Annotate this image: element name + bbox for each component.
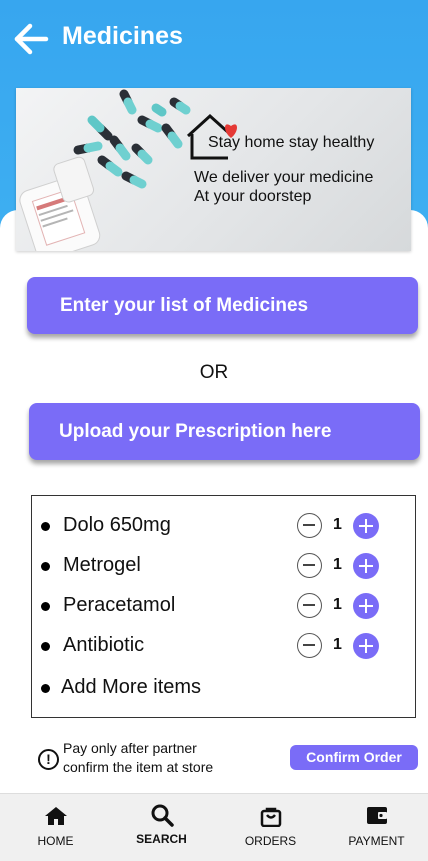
- increase-quantity-button[interactable]: [353, 593, 379, 619]
- list-item: Antibiotic 1: [32, 630, 415, 662]
- payment-note-line-2: confirm the item at store: [63, 759, 214, 775]
- medicine-name: Dolo 650mg: [63, 514, 171, 536]
- bullet-icon: [41, 602, 50, 611]
- payment-note-line-1: Pay only after partner: [63, 740, 197, 756]
- bullet-icon: [41, 562, 50, 571]
- nav-orders-label: ORDERS: [244, 834, 297, 848]
- nav-home[interactable]: HOME: [2, 794, 109, 861]
- list-item: Peracetamol 1: [32, 590, 415, 622]
- payment-note: Pay only after partner confirm the item …: [63, 739, 213, 777]
- wallet-icon: [366, 807, 387, 824]
- confirm-order-button[interactable]: Confirm Order: [290, 745, 418, 770]
- page-title: Medicines: [62, 22, 183, 50]
- increase-quantity-button[interactable]: [353, 513, 379, 539]
- quantity-value: 1: [333, 556, 342, 573]
- enter-medicine-list-button[interactable]: Enter your list of Medicines: [27, 277, 418, 334]
- nav-search-label: SEARCH: [136, 832, 187, 846]
- quantity-value: 1: [333, 516, 342, 533]
- add-more-items-button[interactable]: Add More items: [32, 672, 415, 704]
- medicine-name: Peracetamol: [63, 594, 176, 616]
- or-separator: OR: [199, 362, 229, 383]
- banner-message: We deliver your medicine At your doorste…: [194, 168, 373, 206]
- bullet-icon: [41, 684, 50, 693]
- shopping-bag-icon: [260, 807, 281, 827]
- quantity-value: 1: [333, 636, 342, 653]
- back-arrow-icon[interactable]: [12, 20, 50, 58]
- banner-tagline: Stay home stay healthy: [208, 134, 375, 151]
- bottom-navigation: HOME SEARCH ORDERS PAYMENT: [0, 793, 428, 861]
- upload-prescription-button[interactable]: Upload your Prescription here: [29, 403, 420, 460]
- banner-line-2: At your doorstep: [194, 188, 312, 205]
- decrease-quantity-button[interactable]: [297, 513, 322, 538]
- increase-quantity-button[interactable]: [353, 553, 379, 579]
- medicine-name: Metrogel: [63, 554, 141, 576]
- increase-quantity-button[interactable]: [353, 633, 379, 659]
- nav-payment[interactable]: PAYMENT: [323, 794, 428, 861]
- medicine-name: Antibiotic: [63, 634, 145, 656]
- search-icon: [151, 804, 174, 827]
- banner-line-1: We deliver your medicine: [194, 169, 374, 186]
- nav-orders[interactable]: ORDERS: [217, 794, 324, 861]
- decrease-quantity-button[interactable]: [297, 553, 322, 578]
- bullet-icon: [41, 522, 50, 531]
- nav-home-label: HOME: [37, 834, 74, 848]
- add-more-label: Add More items: [61, 676, 202, 698]
- decrease-quantity-button[interactable]: [297, 593, 322, 618]
- quantity-value: 1: [333, 596, 342, 613]
- app-header: Medicines: [0, 0, 428, 80]
- info-alert-icon: !: [38, 749, 59, 770]
- list-item: Metrogel 1: [32, 550, 415, 582]
- bullet-icon: [41, 642, 50, 651]
- medicine-list: Dolo 650mg 1 Metrogel 1 Peracetamol 1 An…: [31, 495, 416, 718]
- nav-payment-label: PAYMENT: [348, 834, 405, 848]
- home-icon: [44, 807, 67, 825]
- list-item: Dolo 650mg 1: [32, 510, 415, 542]
- promo-banner: Stay home stay healthy We deliver your m…: [16, 88, 411, 251]
- nav-search[interactable]: SEARCH: [108, 794, 215, 861]
- decrease-quantity-button[interactable]: [297, 633, 322, 658]
